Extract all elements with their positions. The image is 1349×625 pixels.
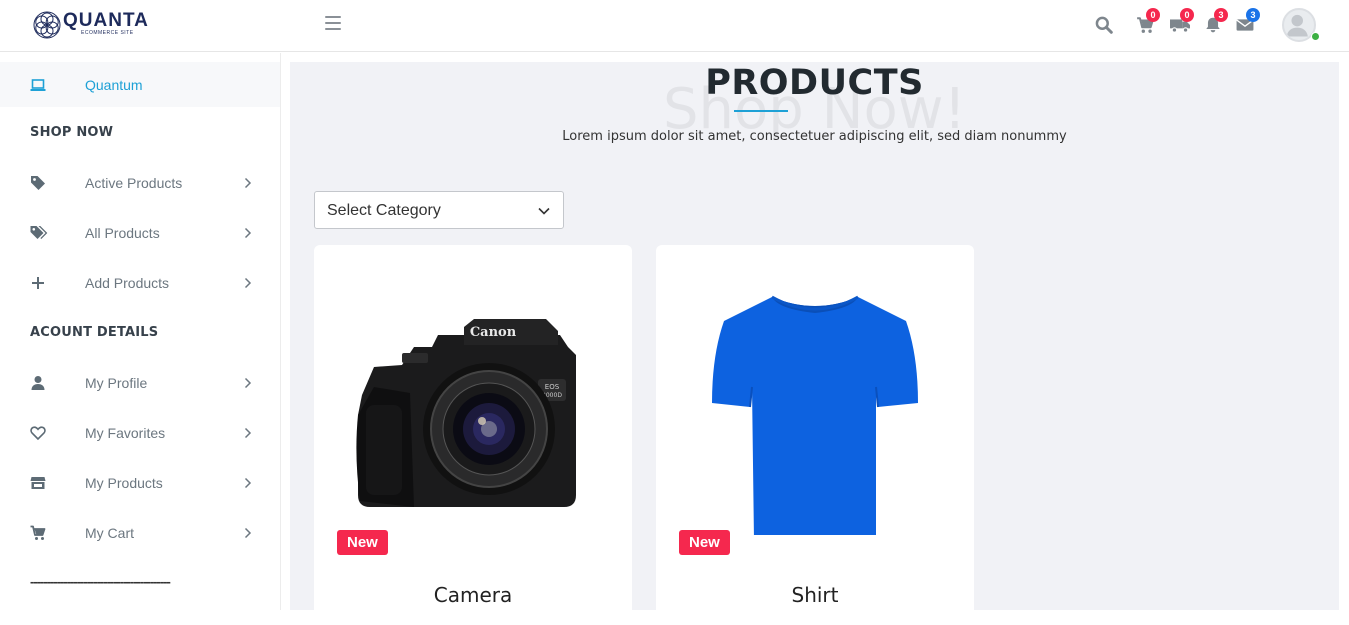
sidebar-item-label: My Cart: [85, 525, 134, 541]
store-icon: [30, 475, 46, 491]
chevron-right-icon: [244, 477, 252, 489]
shirt-image: [712, 295, 918, 535]
camera-image: EOS 2000D Canon: [356, 319, 576, 507]
product-name: Camera: [433, 583, 513, 607]
heart-icon: [30, 425, 46, 441]
svg-text:EOS: EOS: [545, 383, 560, 391]
chevron-right-icon: [244, 227, 252, 239]
truck-badge: 0: [1180, 8, 1194, 22]
sidebar-item-label: Quantum: [85, 77, 143, 93]
chevron-right-icon: [244, 427, 252, 439]
tag-icon: [30, 175, 46, 191]
sidebar-item-label: Active Products: [85, 175, 183, 191]
search-icon[interactable]: [1095, 14, 1117, 36]
top-header: QUANTA ECOMMERCE SITE 0 0 3 3: [0, 0, 1349, 52]
sidebar-item-label: Add Products: [85, 275, 170, 291]
logo-flower-icon: [33, 11, 61, 39]
sidebar-item-my-profile[interactable]: My Profile: [0, 363, 280, 403]
section-heading-shop-now: SHOP NOW: [30, 125, 114, 140]
sidebar-item-active-products[interactable]: Active Products: [0, 163, 280, 203]
sidebar-item-label: My Profile: [85, 375, 148, 391]
new-badge: New: [337, 530, 388, 555]
online-status-dot: [1311, 32, 1320, 41]
product-card-camera[interactable]: EOS 2000D Canon New Camera: [314, 245, 632, 625]
laptop-icon: [30, 77, 46, 93]
user-icon: [30, 375, 46, 391]
chevron-right-icon: [244, 527, 252, 539]
sidebar-item-add-products[interactable]: Add Products: [0, 263, 280, 303]
new-badge: New: [679, 530, 730, 555]
page-subtitle: Lorem ipsum dolor sit amet, consectetuer…: [562, 129, 1067, 144]
cart-badge: 0: [1146, 8, 1160, 22]
section-heading-account-details: ACOUNT DETAILS: [30, 325, 159, 340]
avatar-placeholder-icon: [1286, 14, 1308, 37]
sidebar-item-my-favorites[interactable]: My Favorites: [0, 413, 280, 453]
category-select-value: Select Category: [327, 202, 441, 219]
sidebar-item-all-products[interactable]: All Products: [0, 213, 280, 253]
page-title: PRODUCTS: [705, 63, 924, 103]
plus-icon: [30, 275, 46, 291]
sidebar-item-my-cart[interactable]: My Cart: [0, 513, 280, 553]
tags-icon: [30, 225, 48, 241]
chevron-right-icon: [244, 277, 252, 289]
chevron-down-icon: [538, 207, 550, 215]
product-name: Shirt: [791, 583, 839, 607]
sidebar-item-label: My Products: [85, 475, 163, 491]
sidebar-item-quantum[interactable]: Quantum: [0, 62, 280, 107]
sidebar-divider: ----------------------------------------…: [30, 574, 171, 589]
sidebar-item-label: My Favorites: [85, 425, 166, 441]
sidebar-item-label: All Products: [85, 225, 160, 241]
envelope-icon[interactable]: 3: [1236, 8, 1260, 36]
logo-text: QUANTA: [63, 10, 149, 31]
chevron-right-icon: [244, 177, 252, 189]
sidebar-item-my-products[interactable]: My Products: [0, 463, 280, 503]
menu-toggle-icon[interactable]: [325, 16, 341, 32]
bell-icon[interactable]: 3: [1204, 8, 1228, 36]
envelope-badge: 3: [1246, 8, 1260, 22]
svg-text:Canon: Canon: [470, 325, 517, 340]
truck-icon[interactable]: 0: [1170, 8, 1194, 36]
title-underline: [734, 110, 788, 112]
brand-logo[interactable]: QUANTA ECOMMERCE SITE: [32, 9, 157, 41]
sidebar: Quantum SHOP NOW Active Products All Pro…: [0, 53, 281, 610]
bell-badge: 3: [1214, 8, 1228, 22]
category-select[interactable]: Select Category: [314, 191, 564, 229]
product-card-shirt[interactable]: New Shirt: [656, 245, 974, 625]
logo-subtitle: ECOMMERCE SITE: [81, 30, 134, 36]
main-content: Shop Now! PRODUCTS Lorem ipsum dolor sit…: [290, 62, 1339, 625]
chevron-right-icon: [244, 377, 252, 389]
cart-icon: [30, 525, 46, 541]
cart-icon[interactable]: 0: [1136, 8, 1160, 36]
